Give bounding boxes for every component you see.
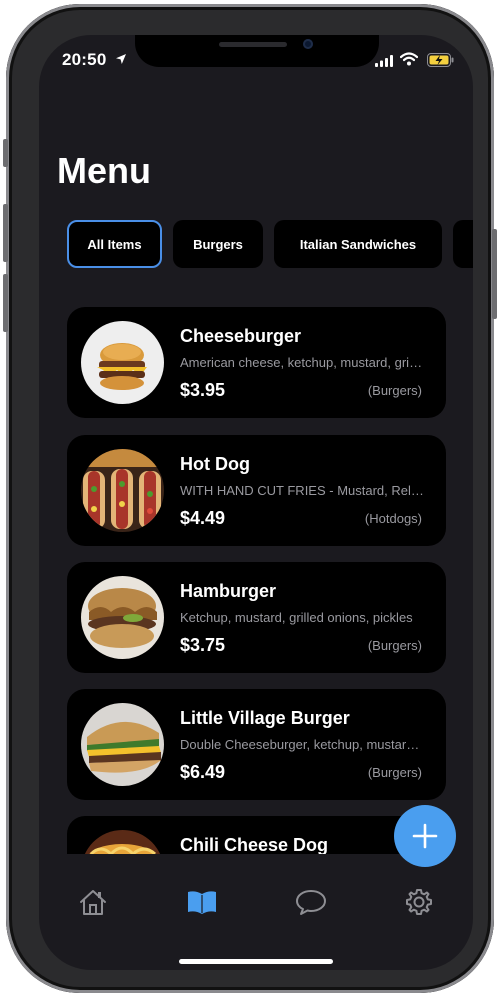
item-description: Double Cheeseburger, ketchup, mustard, g…: [180, 737, 424, 752]
app-screen: 20:50 Menu All Items Burgers Italian San…: [39, 35, 473, 970]
category-chip-partial[interactable]: [453, 220, 473, 268]
category-chip-label: All Items: [87, 236, 142, 252]
battery-charging-icon: [427, 53, 455, 72]
little-village-burger-photo: [81, 703, 164, 786]
wifi-icon: [399, 52, 419, 71]
item-name: Hamburger: [180, 581, 277, 601]
tab-bar: [39, 870, 473, 940]
item-description: WITH HAND CUT FRIES - Mustard, Relish, O…: [180, 483, 424, 498]
menu-item-list: Cheeseburger American cheese, ketchup, m…: [39, 300, 473, 854]
status-time: 20:50: [62, 50, 107, 69]
page-title: Menu: [57, 150, 151, 191]
tab-menu[interactable]: [184, 885, 220, 919]
item-price: $3.95: [180, 380, 226, 400]
volume-up-button: [3, 204, 8, 262]
item-price: $3.75: [180, 635, 226, 655]
item-category: (Burgers): [367, 765, 422, 780]
home-icon: [80, 890, 106, 915]
tab-messages[interactable]: [293, 885, 329, 919]
item-category: (Hotdogs): [364, 511, 422, 526]
item-name: Hot Dog: [180, 454, 250, 474]
chili-cheese-dog-photo: [81, 830, 164, 854]
category-chip-label: Burgers: [193, 236, 243, 252]
cellular-signal-icon: [375, 54, 393, 72]
menu-item-card[interactable]: Cheeseburger American cheese, ketchup, m…: [67, 307, 446, 418]
power-button: [492, 229, 497, 319]
home-indicator[interactable]: [179, 959, 333, 964]
category-chip-all-items[interactable]: All Items: [67, 220, 162, 268]
menu-item-card[interactable]: Chili Cheese Dog: [67, 816, 446, 854]
hamburger-photo: [81, 576, 164, 659]
add-item-button[interactable]: [394, 805, 456, 867]
location-arrow-icon: [115, 52, 127, 70]
item-price: $6.49: [180, 762, 226, 782]
camera-notch: [135, 35, 379, 67]
item-description: American cheese, ketchup, mustard, grill…: [180, 355, 424, 370]
item-description: Ketchup, mustard, grilled onions, pickle…: [180, 610, 413, 625]
category-chip-label: Italian Sandwiches: [299, 236, 417, 252]
tab-settings[interactable]: [401, 885, 437, 919]
phone-frame: 20:50 Menu All Items Burgers Italian San…: [3, 4, 497, 993]
plus-icon: [412, 823, 438, 849]
menu-item-card[interactable]: Hot Dog WITH HAND CUT FRIES - Mustard, R…: [67, 435, 446, 546]
speaker-grille: [219, 42, 287, 47]
item-name: Cheeseburger: [180, 326, 302, 346]
category-chip-italian-sandwiches[interactable]: Italian Sandwiches: [274, 220, 442, 268]
mute-switch: [3, 139, 8, 167]
gear-icon: [406, 889, 432, 915]
item-category: (Burgers): [367, 638, 422, 653]
chat-icon: [296, 890, 326, 915]
hot-dog-photo: [81, 449, 164, 532]
item-name: Chili Cheese Dog: [180, 835, 329, 854]
item-price: $4.49: [180, 508, 226, 528]
category-chip-burgers[interactable]: Burgers: [173, 220, 263, 268]
cheeseburger-photo: [81, 321, 164, 404]
book-icon: [188, 891, 216, 914]
front-camera: [303, 39, 313, 49]
volume-down-button: [3, 274, 8, 332]
item-category: (Burgers): [367, 383, 422, 398]
item-name: Little Village Burger: [180, 708, 350, 728]
tab-home[interactable]: [75, 885, 111, 919]
category-filter-bar: All Items Burgers Italian Sandwiches: [67, 220, 473, 270]
menu-item-card[interactable]: Hamburger Ketchup, mustard, grilled onio…: [67, 562, 446, 673]
menu-item-card[interactable]: Little Village Burger Double Cheeseburge…: [67, 689, 446, 800]
